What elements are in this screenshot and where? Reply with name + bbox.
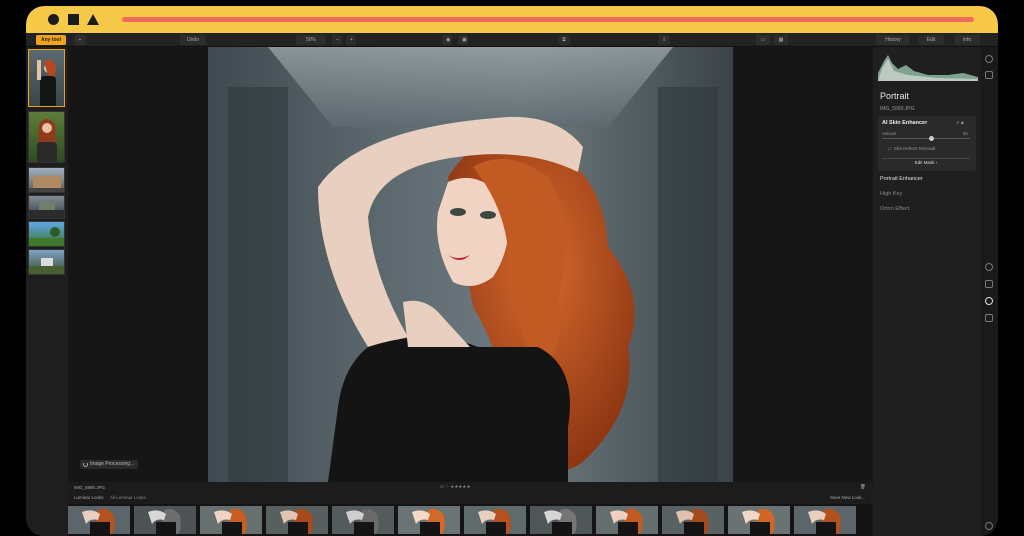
triangle-icon [87,14,99,25]
defects-checkbox[interactable]: ☐ [888,146,892,151]
look-thumbnail[interactable] [794,506,858,534]
edit-button[interactable]: Edit [918,35,944,45]
add-button[interactable]: + [74,35,86,45]
bottom-bar: IMG_5990.JPG ⊙ ♡ ★★★★★ 🗑 Luminar Looks A… [68,482,873,504]
history-button[interactable]: History [876,35,910,45]
look-thumb-image [530,506,592,534]
left-thumbnail-strip [26,47,68,536]
portrait-enhancer-item[interactable]: Portrait Enhancer [880,176,923,182]
eye-icon[interactable]: ◉ [442,35,452,45]
look-thumbnail[interactable] [398,506,462,534]
address-bar [122,17,974,22]
any-tool-button[interactable]: Any tool [36,35,66,45]
image-canvas[interactable] [68,47,873,482]
landscape-thumb-image [29,258,64,274]
look-thumb-image [662,506,724,534]
professional-icon[interactable] [985,314,993,322]
thumbnail-landscape-3[interactable] [28,221,65,247]
look-thumb-image [332,506,394,534]
look-thumb-image [68,506,130,534]
portrait-icon[interactable] [985,297,993,305]
square-icon [68,14,79,25]
right-panel: Portrait IMG_5990.JPG AI Skin Enhancer ↺… [873,47,981,536]
zoom-level[interactable]: 50% [296,35,326,45]
right-icon-column [981,47,998,536]
undo-button[interactable]: Undo [180,35,206,45]
look-thumbnail[interactable] [728,506,792,534]
processing-indicator: Image Processing... [80,460,139,469]
look-thumb-image [464,506,526,534]
landscape-thumb-image [29,227,64,246]
amount-label: Amount [882,131,897,136]
look-thumb-image [134,506,196,534]
top-toolbar: Any tool + Undo 50% – + ◉ ▣ ⧉ ⇪ ▭ ▦ Hist… [26,33,998,47]
amount-value: 50 [963,131,968,136]
looks-dropdown[interactable]: All Luminar Looks [110,495,146,500]
flag-icons[interactable]: ⊙ ♡ ★★★★★ [440,484,470,490]
look-thumbnail[interactable] [266,506,330,534]
thumbnail-portrait-2[interactable] [28,111,65,163]
high-key-item[interactable]: High Key [880,191,902,197]
share-icon[interactable]: ⇪ [658,35,670,45]
look-thumb-image [728,506,790,534]
look-thumb-image [794,506,856,534]
panel-filename: IMG_5990.JPG [880,106,915,112]
landscape-thumb-image [29,176,64,192]
main-photo[interactable] [208,47,733,482]
window-titlebar [26,6,998,33]
panel-title: Portrait [880,91,910,101]
thumbnail-landscape-1[interactable] [28,167,65,193]
look-thumb-image [200,506,262,534]
look-thumbnail[interactable] [200,506,264,534]
look-thumbnail[interactable] [596,506,660,534]
thumbnail-landscape-4[interactable] [28,249,65,275]
amount-slider[interactable] [882,136,970,141]
look-thumb-image [596,506,658,534]
look-thumbnail[interactable] [332,506,396,534]
save-new-look-button[interactable]: Save New Look... [830,495,865,500]
trash-icon[interactable]: 🗑 [860,484,866,490]
single-view-icon[interactable]: ▭ [756,35,770,45]
look-thumbnail[interactable] [134,506,198,534]
ai-skin-enhancer-card[interactable]: AI Skin Enhancer ↺ ◉ Amount 50 ☐ Skin De… [878,116,976,171]
look-thumbnail[interactable] [662,506,726,534]
crop-icon[interactable]: ⧉ [558,35,570,45]
edit-mask-button[interactable]: Edit Mask › [882,158,970,166]
sun-icon[interactable] [985,263,993,271]
spinner-icon [83,462,88,467]
presets-icon[interactable] [985,71,993,79]
current-filename: IMG_5990.JPG [74,485,106,490]
card-title: AI Skin Enhancer [882,120,928,126]
look-thumbnail[interactable] [464,506,528,534]
looks-label[interactable]: Luminar Looks [74,495,104,500]
circle-icon [48,14,59,25]
creative-icon[interactable] [985,280,993,288]
slider-knob[interactable] [929,136,934,141]
info-button[interactable]: Info [954,35,980,45]
zoom-in-button[interactable]: + [346,35,356,45]
thumbnail-portrait-1[interactable] [28,49,65,107]
reset-icon[interactable]: ↺ ◉ [956,120,964,125]
look-thumb-image [266,506,328,534]
defects-label: Skin Defects Removal [894,146,936,151]
thumbnail-landscape-2[interactable] [28,195,65,219]
landscape-thumb-image [29,202,64,218]
zoom-out-button[interactable]: – [332,35,342,45]
look-thumbnail[interactable] [530,506,594,534]
compare-icon[interactable]: ▣ [458,35,468,45]
portrait-photo [208,47,733,482]
grid-view-icon[interactable]: ▦ [774,35,788,45]
histogram [878,55,978,81]
help-icon[interactable] [985,522,993,530]
portrait-thumb-image [37,119,57,162]
looks-filmstrip [68,504,873,536]
look-thumb-image [398,506,460,534]
app-window: Any tool + Undo 50% – + ◉ ▣ ⧉ ⇪ ▭ ▦ Hist… [26,6,998,536]
orton-effect-item[interactable]: Orton Effect [880,206,909,212]
processing-label: Image Processing... [90,461,135,467]
portrait-thumb-image [37,59,56,106]
look-thumbnail[interactable] [68,506,132,534]
layers-icon[interactable] [985,55,993,63]
